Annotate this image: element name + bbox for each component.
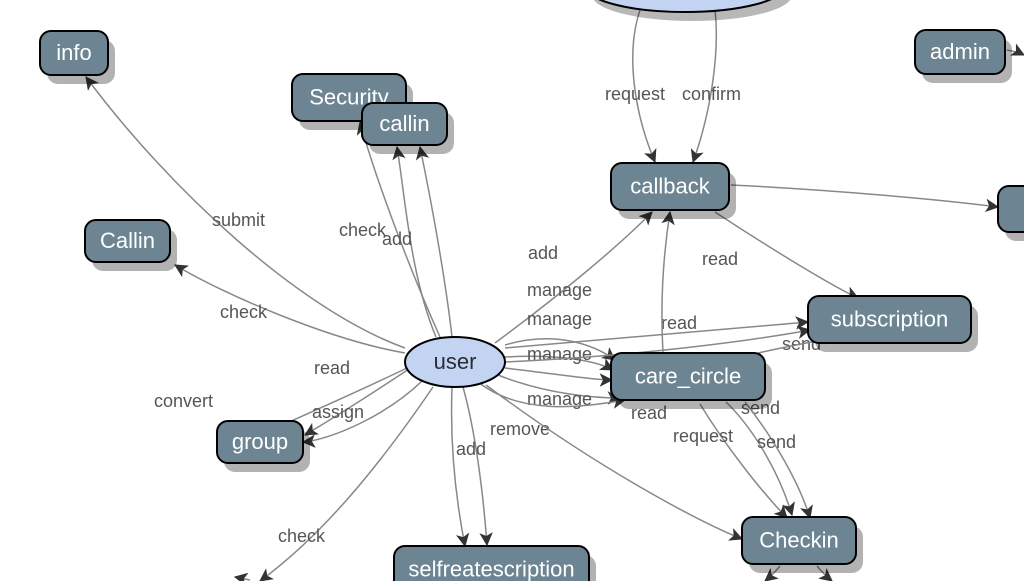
edge-label: confirm [682, 84, 741, 104]
edge-label: manage [527, 309, 592, 329]
node-info[interactable]: info [40, 31, 115, 84]
edge-label: add [528, 243, 558, 263]
node-checkin[interactable]: Checkin [742, 517, 863, 573]
edge-label: submit [212, 210, 265, 230]
edge-label: check [220, 302, 268, 322]
node-label: subscription [831, 307, 948, 332]
node-user[interactable]: user [405, 337, 505, 387]
node-callin[interactable]: Callin [85, 220, 177, 271]
edge-label: add [382, 229, 412, 249]
edge-selfsub-bottom [235, 577, 250, 580]
edge-label: read [702, 249, 738, 269]
edge-label: manage [527, 280, 592, 300]
edge-label: check [339, 220, 387, 240]
node-label: callin [379, 111, 429, 136]
edge-label: convert [154, 391, 213, 411]
edge-label: add [456, 439, 486, 459]
edge-label: request [605, 84, 665, 104]
node-label: group [232, 429, 288, 454]
edge-care_circle-checkin [745, 402, 810, 518]
node-loved_one[interactable]: loved_one [585, 0, 792, 21]
edge-user-callin [175, 265, 405, 353]
node-care_circle[interactable]: care_circle [611, 353, 772, 409]
edge-label: check [278, 526, 326, 546]
node-label: admin [930, 39, 990, 64]
edge-label: remove [490, 419, 550, 439]
edge-label: read [661, 313, 697, 333]
edge-label: send [757, 432, 796, 452]
node-label: Callin [100, 228, 155, 253]
edge-care_circle-checkin [726, 402, 792, 515]
node-prof[interactable]: prof [998, 186, 1024, 241]
node-label: Checkin [759, 528, 838, 553]
edge-label: read [314, 358, 350, 378]
edge-label: request [673, 426, 733, 446]
node-label: user [434, 349, 477, 374]
node-label: care_circle [635, 364, 741, 389]
node-label: callback [630, 174, 710, 199]
node-selfsub[interactable]: selfreatescription [394, 546, 596, 581]
node-subscription[interactable]: subscription [808, 296, 978, 352]
edge-user-care_circle [505, 368, 612, 380]
node-callback[interactable]: callback [611, 163, 736, 219]
node-callin_sm[interactable]: callin [362, 103, 454, 154]
node-label: info [56, 40, 91, 65]
graph-canvas: submitcheckcheckaddcheckreadconvertassig… [0, 0, 1024, 581]
edge-label: assign [312, 402, 364, 422]
node-group[interactable]: group [217, 421, 310, 472]
node-admin[interactable]: admin [915, 30, 1012, 83]
edge-callback-prof [731, 185, 998, 207]
node-label: selfreatescription [408, 557, 574, 581]
edge-user-callin_sm [420, 147, 452, 337]
edge-user-selfsub [463, 387, 487, 545]
edge-user-selfsub [452, 387, 465, 546]
